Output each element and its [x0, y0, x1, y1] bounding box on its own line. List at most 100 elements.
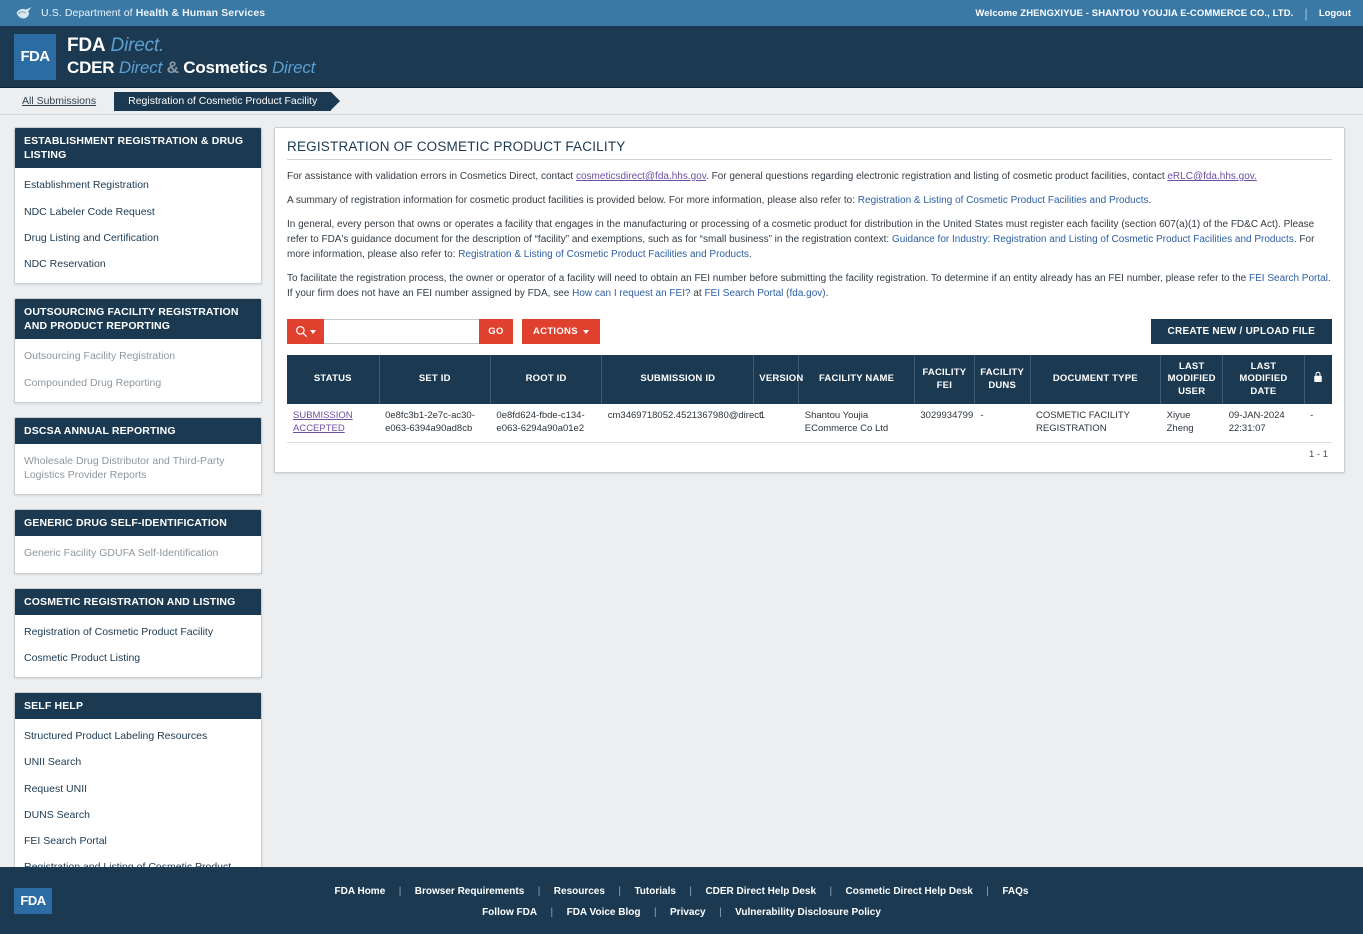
sidebar-item-establishment-registration[interactable]: Establishment Registration: [15, 172, 261, 198]
footer-link-follow-fda[interactable]: Follow FDA: [482, 907, 537, 918]
registration-listing-link-1[interactable]: Registration & Listing of Cosmetic Produ…: [858, 195, 1149, 206]
erlc-email-link[interactable]: eRLC@fda.hhs.gov.: [1167, 171, 1256, 182]
fei-search-portal-link-1[interactable]: FEI Search Portal: [1249, 273, 1328, 284]
column-header-set-id[interactable]: SET ID: [379, 355, 491, 405]
sidebar-section-title: OUTSOURCING FACILITY REGISTRATION AND PR…: [15, 299, 261, 340]
guidance-for-industry-link[interactable]: Guidance for Industry: Registration and …: [892, 234, 1294, 245]
hhs-eagle-icon: [16, 7, 32, 19]
sidebar-item-ndc-reservation[interactable]: NDC Reservation: [15, 251, 261, 277]
column-header-lock[interactable]: [1304, 355, 1332, 405]
status-link[interactable]: SUBMISSION ACCEPTED: [293, 410, 353, 434]
sidebar-section-items: Establishment Registration NDC Labeler C…: [15, 168, 261, 283]
footer-separator: |: [537, 886, 541, 897]
sidebar-item-registration-of-cosmetic-product-facility[interactable]: Registration of Cosmetic Product Facilit…: [15, 619, 261, 645]
fda-logo: FDA: [14, 33, 56, 80]
column-header-last-modified-date[interactable]: LAST MODIFIED DATE: [1222, 355, 1305, 405]
search-icon[interactable]: [287, 319, 324, 344]
sidebar-item-unii-search[interactable]: UNII Search: [15, 749, 261, 775]
footer-link-cosmetic-direct-help-desk[interactable]: Cosmetic Direct Help Desk: [846, 886, 973, 897]
sidebar-section-title: DSCSA ANNUAL REPORTING: [15, 417, 261, 444]
sidebar-item-outsourcing-facility-registration[interactable]: Outsourcing Facility Registration: [15, 343, 261, 369]
header-divider: |: [1304, 5, 1308, 21]
sidebar-section-outsourcing-facility: OUTSOURCING FACILITY REGISTRATION AND PR…: [14, 298, 262, 403]
column-header-facility-fei[interactable]: FACILITY FEI: [914, 355, 975, 405]
page-title: REGISTRATION OF COSMETIC PRODUCT FACILIT…: [287, 139, 1332, 160]
footer-separator: |: [653, 907, 657, 918]
actions-button-label: ACTIONS: [533, 326, 578, 337]
footer-link-fda-voice-blog[interactable]: FDA Voice Blog: [567, 907, 641, 918]
hhs-banner: U.S. Department of Health & Human Servic…: [0, 0, 1363, 26]
footer-link-privacy[interactable]: Privacy: [670, 907, 706, 918]
sidebar-item-drug-listing-and-certification[interactable]: Drug Listing and Certification: [15, 225, 261, 251]
submissions-table: STATUS SET ID ROOT ID SUBMISSION ID VERS…: [287, 355, 1332, 443]
cell-facility-duns: -: [974, 404, 1030, 443]
sidebar-section-cosmetic-registration-and-listing: COSMETIC REGISTRATION AND LISTING Regist…: [14, 587, 262, 679]
intro-paragraph-summary: A summary of registration information fo…: [287, 195, 1152, 206]
cell-last-modified-date: 09-JAN-2024 22:31:07: [1222, 404, 1305, 443]
cosmeticsdirect-email-link[interactable]: cosmeticsdirect@fda.hhs.gov: [576, 171, 706, 182]
cell-root-id: 0e8fd624-fbde-c134-e063-6294a90a01e2: [490, 404, 602, 443]
fei-search-portal-link-2[interactable]: FEI Search Portal (fda.gov): [704, 288, 825, 299]
footer-row-secondary: Follow FDA | FDA Voice Blog | Privacy | …: [0, 902, 1363, 920]
footer-row-primary: FDA Home | Browser Requirements | Resour…: [0, 881, 1363, 899]
registration-listing-link-2[interactable]: Registration & Listing of Cosmetic Produ…: [458, 249, 749, 260]
sidebar-item-generic-facility-gdufa-self-identification[interactable]: Generic Facility GDUFA Self-Identificati…: [15, 540, 261, 566]
footer-separator: |: [829, 886, 833, 897]
sidebar-section-title: GENERIC DRUG SELF-IDENTIFICATION: [15, 510, 261, 537]
logout-link[interactable]: Logout: [1319, 8, 1351, 19]
breadcrumb: All Submissions Registration of Cosmetic…: [0, 88, 1363, 115]
intro-paragraph-fei: To facilitate the registration process, …: [287, 273, 1331, 299]
sidebar-section-items: Generic Facility GDUFA Self-Identificati…: [15, 536, 261, 572]
column-header-document-type[interactable]: DOCUMENT TYPE: [1030, 355, 1162, 405]
footer-separator: |: [986, 886, 989, 897]
sidebar-section-dscsa-annual-reporting: DSCSA ANNUAL REPORTING Wholesale Drug Di…: [14, 416, 262, 496]
footer-link-browser-requirements[interactable]: Browser Requirements: [415, 886, 524, 897]
cell-last-modified-user: Xiyue Zheng: [1160, 404, 1223, 443]
footer-links: FDA Home | Browser Requirements | Resour…: [0, 878, 1363, 923]
table-row[interactable]: SUBMISSION ACCEPTED 0e8fc3b1-2e7c-ac30-e…: [287, 404, 1332, 443]
sidebar-item-ndc-labeler-code-request[interactable]: NDC Labeler Code Request: [15, 199, 261, 225]
sidebar-item-duns-search[interactable]: DUNS Search: [15, 802, 261, 828]
cell-document-type: COSMETIC FACILITY REGISTRATION: [1030, 404, 1161, 443]
sidebar-section-generic-drug-self-identification: GENERIC DRUG SELF-IDENTIFICATION Generic…: [14, 509, 262, 574]
sidebar-item-cosmetic-product-listing[interactable]: Cosmetic Product Listing: [15, 645, 261, 671]
how-can-i-request-fei-link[interactable]: How can I request an FEI?: [572, 288, 690, 299]
main-content-panel: REGISTRATION OF COSMETIC PRODUCT FACILIT…: [274, 127, 1345, 473]
footer: FDA FDA Home | Browser Requirements | Re…: [0, 867, 1363, 934]
footer-link-vulnerability-disclosure-policy[interactable]: Vulnerability Disclosure Policy: [735, 907, 881, 918]
column-header-facility-name[interactable]: FACILITY NAME: [798, 355, 915, 405]
footer-separator: |: [689, 886, 692, 897]
create-new-upload-file-button[interactable]: CREATE NEW / UPLOAD FILE: [1150, 319, 1332, 344]
magnifier-glyph: [296, 326, 308, 338]
column-header-root-id[interactable]: ROOT ID: [490, 355, 603, 405]
footer-separator: |: [719, 907, 722, 918]
app-page: U.S. Department of Health & Human Servic…: [0, 0, 1363, 934]
sidebar-item-compounded-drug-reporting[interactable]: Compounded Drug Reporting: [15, 370, 261, 396]
column-header-version[interactable]: VERSION: [753, 355, 803, 405]
column-header-last-modified-user[interactable]: LAST MODIFIED USER: [1160, 355, 1224, 405]
footer-link-cder-direct-help-desk[interactable]: CDER Direct Help Desk: [705, 886, 816, 897]
sidebar-item-fei-search-portal[interactable]: FEI Search Portal: [15, 828, 261, 854]
sidebar-item-request-unii[interactable]: Request UNII: [15, 776, 261, 802]
column-header-facility-duns[interactable]: FACILITY DUNS: [974, 355, 1031, 405]
search-group: GO: [287, 319, 513, 344]
go-button[interactable]: GO: [479, 319, 513, 344]
footer-link-faqs[interactable]: FAQs: [1002, 886, 1028, 897]
actions-button[interactable]: ACTIONS: [522, 319, 600, 344]
sidebar-item-structured-product-labeling-resources[interactable]: Structured Product Labeling Resources: [15, 723, 261, 749]
footer-link-fda-home[interactable]: FDA Home: [335, 886, 386, 897]
search-input[interactable]: [324, 319, 479, 344]
intro-paragraph-contact: For assistance with validation errors in…: [287, 171, 1257, 182]
column-header-status[interactable]: STATUS: [287, 355, 380, 405]
cell-facility-fei: 3029934799: [914, 404, 975, 443]
sidebar-section-title: SELF HELP: [15, 693, 261, 720]
table-header-row: STATUS SET ID ROOT ID SUBMISSION ID VERS…: [287, 355, 1332, 405]
column-header-submission-id[interactable]: SUBMISSION ID: [601, 355, 755, 405]
sidebar-item-wholesale-drug-distributor-reports[interactable]: Wholesale Drug Distributor and Third-Par…: [15, 448, 261, 488]
footer-link-tutorials[interactable]: Tutorials: [634, 886, 675, 897]
breadcrumb-item-all-submissions[interactable]: All Submissions: [18, 92, 106, 111]
footer-link-resources[interactable]: Resources: [554, 886, 605, 897]
sidebar-section-establishment-registration: ESTABLISHMENT REGISTRATION & DRUG LISTIN…: [14, 127, 262, 285]
table-body: SUBMISSION ACCEPTED 0e8fc3b1-2e7c-ac30-e…: [287, 404, 1332, 443]
footer-separator: |: [398, 886, 402, 897]
